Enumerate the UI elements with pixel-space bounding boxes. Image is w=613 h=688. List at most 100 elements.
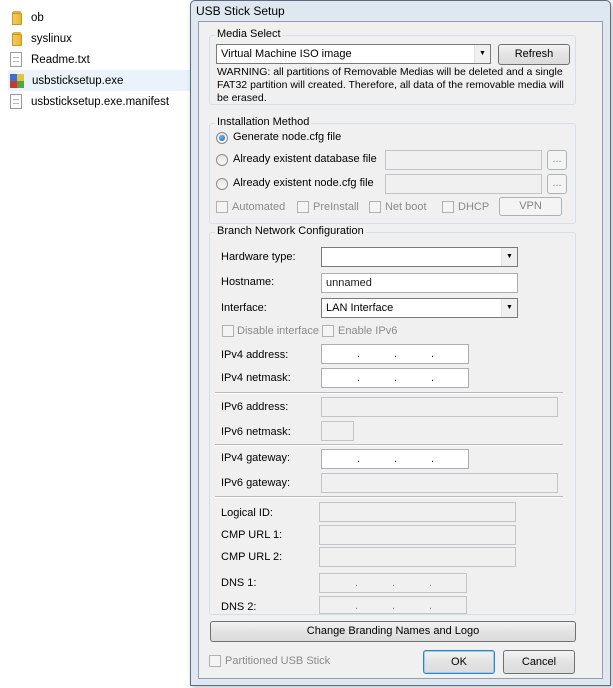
hostname-field[interactable]: unnamed <box>321 273 518 293</box>
automated-checkbox[interactable] <box>216 201 228 213</box>
ip-separator: . <box>429 577 433 589</box>
separator <box>215 392 563 394</box>
radio-generate-label: Generate node.cfg file <box>233 131 342 143</box>
ipv4-gateway-field[interactable]: . . . <box>321 449 469 469</box>
media-select-value: Virtual Machine ISO image <box>221 48 352 60</box>
interface-value: LAN Interface <box>326 302 394 314</box>
ipv4-gateway-label: IPv4 gateway: <box>221 452 291 464</box>
browse-node-cfg-button[interactable]: ... <box>547 174 567 194</box>
folder-icon <box>8 31 24 47</box>
dns-1-field[interactable]: . . . <box>319 573 467 593</box>
dns-2-label: DNS 2: <box>221 601 257 613</box>
file-item-syslinux[interactable]: syslinux <box>8 28 190 49</box>
file-name: Readme.txt <box>31 53 90 66</box>
dialog-title[interactable]: USB Stick Setup <box>191 1 610 21</box>
media-select-dropdown[interactable]: Virtual Machine ISO image ▼ <box>216 44 491 64</box>
ip-separator: . <box>357 453 361 465</box>
hardware-type-label: Hardware type: <box>221 251 296 263</box>
ip-separator: . <box>394 453 398 465</box>
ipv6-address-field[interactable] <box>321 397 558 417</box>
change-branding-button[interactable]: Change Branding Names and Logo <box>210 621 576 642</box>
hostname-label: Hostname: <box>221 276 275 288</box>
warning-text: WARNING: all partitions of Removable Med… <box>217 66 564 104</box>
radio-existent-node-cfg[interactable] <box>216 178 228 190</box>
vpn-button[interactable]: VPN <box>499 197 562 216</box>
ipv6-netmask-field[interactable] <box>321 421 354 441</box>
ip-separator: . <box>429 600 433 612</box>
text-file-icon <box>8 51 24 68</box>
ipv4-netmask-field[interactable]: . . . <box>321 368 469 388</box>
refresh-button[interactable]: Refresh <box>498 44 570 65</box>
media-select-group: Media Select Virtual Machine ISO image ▼… <box>209 28 576 105</box>
installation-method-group: Installation Method Generate node.cfg fi… <box>209 116 576 224</box>
cmp-url-2-field[interactable] <box>319 547 516 567</box>
net-boot-checkbox[interactable] <box>369 201 381 213</box>
cmp-url-1-label: CMP URL 1: <box>221 529 283 541</box>
installation-method-title: Installation Method <box>215 116 312 128</box>
cancel-button[interactable]: Cancel <box>503 650 575 674</box>
dhcp-label: DHCP <box>458 201 490 213</box>
dialog-client-area: Media Select Virtual Machine ISO image ▼… <box>198 21 603 679</box>
browse-database-button[interactable]: ... <box>547 150 567 170</box>
folder-icon <box>8 10 24 26</box>
disable-interface-label: Disable interface <box>237 325 319 337</box>
ip-separator: . <box>357 372 361 384</box>
ip-separator: . <box>394 348 398 360</box>
file-item-usbsticksetup-exe[interactable]: usbsticksetup.exe <box>8 70 190 91</box>
hardware-type-dropdown[interactable]: ▼ <box>321 247 518 267</box>
file-item-readme[interactable]: Readme.txt <box>8 49 190 70</box>
net-boot-label: Net boot <box>385 201 427 213</box>
separator <box>215 496 563 498</box>
cmp-url-1-field[interactable] <box>319 525 516 545</box>
partitioned-usb-label: Partitioned USB Stick <box>225 655 331 667</box>
radio-database-label: Already existent database file <box>233 153 377 165</box>
ipv4-netmask-label: IPv4 netmask: <box>221 372 291 384</box>
dhcp-checkbox[interactable] <box>442 201 454 213</box>
ok-button[interactable]: OK <box>423 650 495 674</box>
automated-label: Automated <box>232 201 286 213</box>
ipv6-gateway-label: IPv6 gateway: <box>221 477 291 489</box>
enable-ipv6-checkbox[interactable] <box>322 325 334 337</box>
interface-dropdown[interactable]: LAN Interface ▼ <box>321 298 518 318</box>
radio-existent-database[interactable] <box>216 154 228 166</box>
chevron-down-icon: ▼ <box>501 299 517 317</box>
ip-separator: . <box>392 600 396 612</box>
logical-id-label: Logical ID: <box>221 507 273 519</box>
cmp-url-2-label: CMP URL 2: <box>221 551 283 563</box>
preinstall-label: PreInstall <box>313 201 359 213</box>
file-item-ob[interactable]: ob <box>8 7 190 28</box>
file-name: ob <box>31 11 44 24</box>
preinstall-checkbox[interactable] <box>297 201 309 213</box>
enable-ipv6-label: Enable IPv6 <box>338 325 398 337</box>
file-name: syslinux <box>31 32 72 45</box>
ip-separator: . <box>394 372 398 384</box>
ip-separator: . <box>355 600 359 612</box>
ipv6-address-label: IPv6 address: <box>221 401 289 413</box>
ip-separator: . <box>392 577 396 589</box>
ipv6-netmask-label: IPv6 netmask: <box>221 426 291 438</box>
ip-separator: . <box>355 577 359 589</box>
media-select-title: Media Select <box>215 28 283 40</box>
ipv4-address-field[interactable]: . . . <box>321 344 469 364</box>
ip-separator: . <box>431 372 435 384</box>
usb-stick-setup-dialog: USB Stick Setup Media Select Virtual Mac… <box>190 0 611 686</box>
node-cfg-file-path-field[interactable] <box>385 174 542 194</box>
dns-1-label: DNS 1: <box>221 577 257 589</box>
branch-network-group: Branch Network Configuration Hardware ty… <box>209 225 576 615</box>
logical-id-field[interactable] <box>319 502 516 522</box>
file-item-manifest[interactable]: usbsticksetup.exe.manifest <box>8 91 190 112</box>
database-file-path-field[interactable] <box>385 150 542 170</box>
ip-separator: . <box>357 348 361 360</box>
chevron-down-icon: ▼ <box>474 45 490 63</box>
ipv6-gateway-field[interactable] <box>321 473 558 493</box>
disable-interface-checkbox[interactable] <box>222 325 234 337</box>
ip-separator: . <box>431 348 435 360</box>
dns-2-field[interactable]: . . . <box>319 596 467 614</box>
radio-generate-node-cfg[interactable] <box>216 132 228 144</box>
radio-node-cfg-label: Already existent node.cfg file <box>233 177 374 189</box>
chevron-down-icon: ▼ <box>501 248 517 266</box>
explorer-file-list: ob syslinux Readme.txt usbsticksetup.exe… <box>0 0 192 688</box>
exe-icon <box>9 73 25 89</box>
interface-label: Interface: <box>221 302 267 314</box>
partitioned-usb-checkbox[interactable] <box>209 655 221 667</box>
